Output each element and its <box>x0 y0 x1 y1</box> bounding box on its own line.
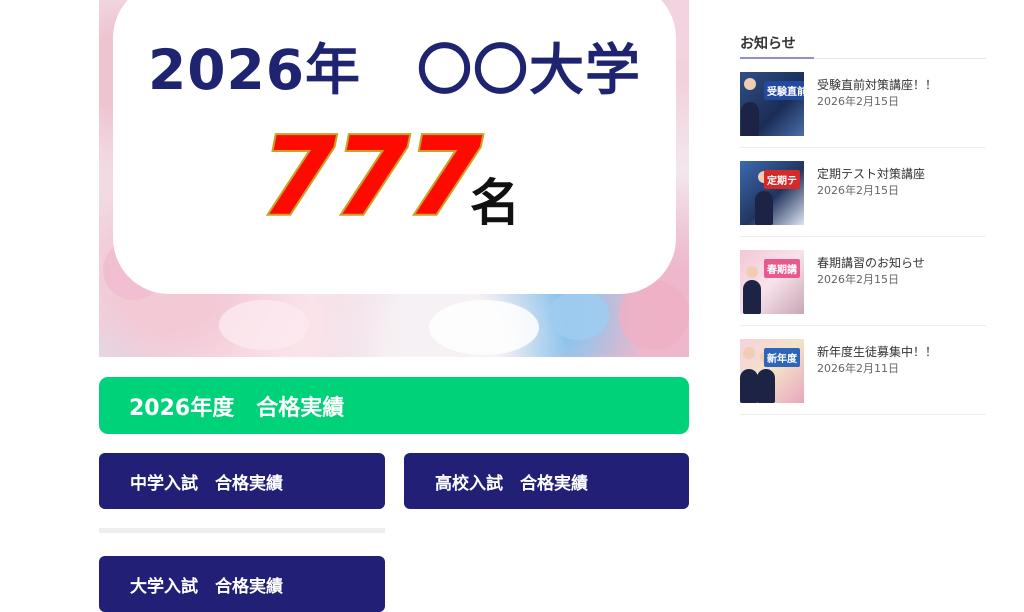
news-item[interactable]: 春期講 春期講習のお知らせ 2026年2月15日 <box>740 237 986 326</box>
news-heading: お知らせ <box>740 36 796 52</box>
results-year-label: 2026年度 合格実績 <box>129 395 345 421</box>
junior-high-results-button[interactable]: 中学入試 合格実績 <box>99 453 385 509</box>
student-image <box>757 369 775 403</box>
student-image <box>741 102 759 136</box>
thumbnail-banner-text: 定期テ <box>764 170 800 189</box>
results-year-banner[interactable]: 2026年度 合格実績 <box>99 377 689 434</box>
hero-banner[interactable]: 2026年 〇〇大学 777 名 <box>99 0 689 357</box>
student-image <box>743 347 755 359</box>
hero-count-unit: 名 <box>470 174 520 232</box>
student-image <box>746 266 758 278</box>
spring-course-thumbnail[interactable]: 春期講 <box>740 250 804 314</box>
news-item-title[interactable]: 受験直前対策講座！！ <box>817 76 937 93</box>
student-image <box>740 369 758 403</box>
cherry-blossom-decoration <box>549 290 609 340</box>
news-item[interactable]: 定期テ 定期テスト対策講座 2026年2月15日 <box>740 148 986 237</box>
news-item-date: 2026年2月15日 <box>817 184 899 197</box>
news-item-date: 2026年2月15日 <box>817 273 899 286</box>
test-prep-thumbnail[interactable]: 定期テ <box>740 161 804 225</box>
cherry-blossom-decoration <box>429 300 539 355</box>
news-item-date: 2026年2月15日 <box>817 95 899 108</box>
junior-high-results-label: 中学入試 合格実績 <box>130 473 283 494</box>
thumbnail-banner-text: 新年度 <box>764 348 800 367</box>
thumbnail-banner-text: 春期講 <box>764 259 800 278</box>
news-item[interactable]: 新年度 新年度生徒募集中！！ 2026年2月11日 <box>740 326 986 415</box>
news-item-title[interactable]: 春期講習のお知らせ <box>817 254 925 271</box>
news-item[interactable]: 受験直前 受験直前対策講座！！ 2026年2月15日 <box>740 59 986 148</box>
high-school-results-label: 高校入試 合格実績 <box>435 473 588 494</box>
news-item-date: 2026年2月11日 <box>817 362 899 375</box>
university-results-label: 大学入試 合格実績 <box>130 576 283 597</box>
recruitment-thumbnail[interactable]: 新年度 <box>740 339 804 403</box>
news-item-title[interactable]: 定期テスト対策講座 <box>817 165 925 182</box>
thumbnail-banner-text: 受験直前 <box>764 81 804 100</box>
divider <box>99 528 385 533</box>
student-image <box>743 280 761 314</box>
student-image <box>744 78 756 90</box>
high-school-results-button[interactable]: 高校入試 合格実績 <box>404 453 689 509</box>
hero-title: 2026年 〇〇大学 <box>147 38 642 102</box>
exam-prep-thumbnail[interactable]: 受験直前 <box>740 72 804 136</box>
hero-card: 2026年 〇〇大学 777 名 <box>113 0 676 294</box>
student-image <box>755 191 773 225</box>
hero-acceptance-count: 777 <box>259 115 484 240</box>
cherry-blossom-decoration <box>219 300 309 350</box>
university-results-button[interactable]: 大学入試 合格実績 <box>99 556 385 612</box>
news-item-title[interactable]: 新年度生徒募集中！！ <box>817 343 937 360</box>
